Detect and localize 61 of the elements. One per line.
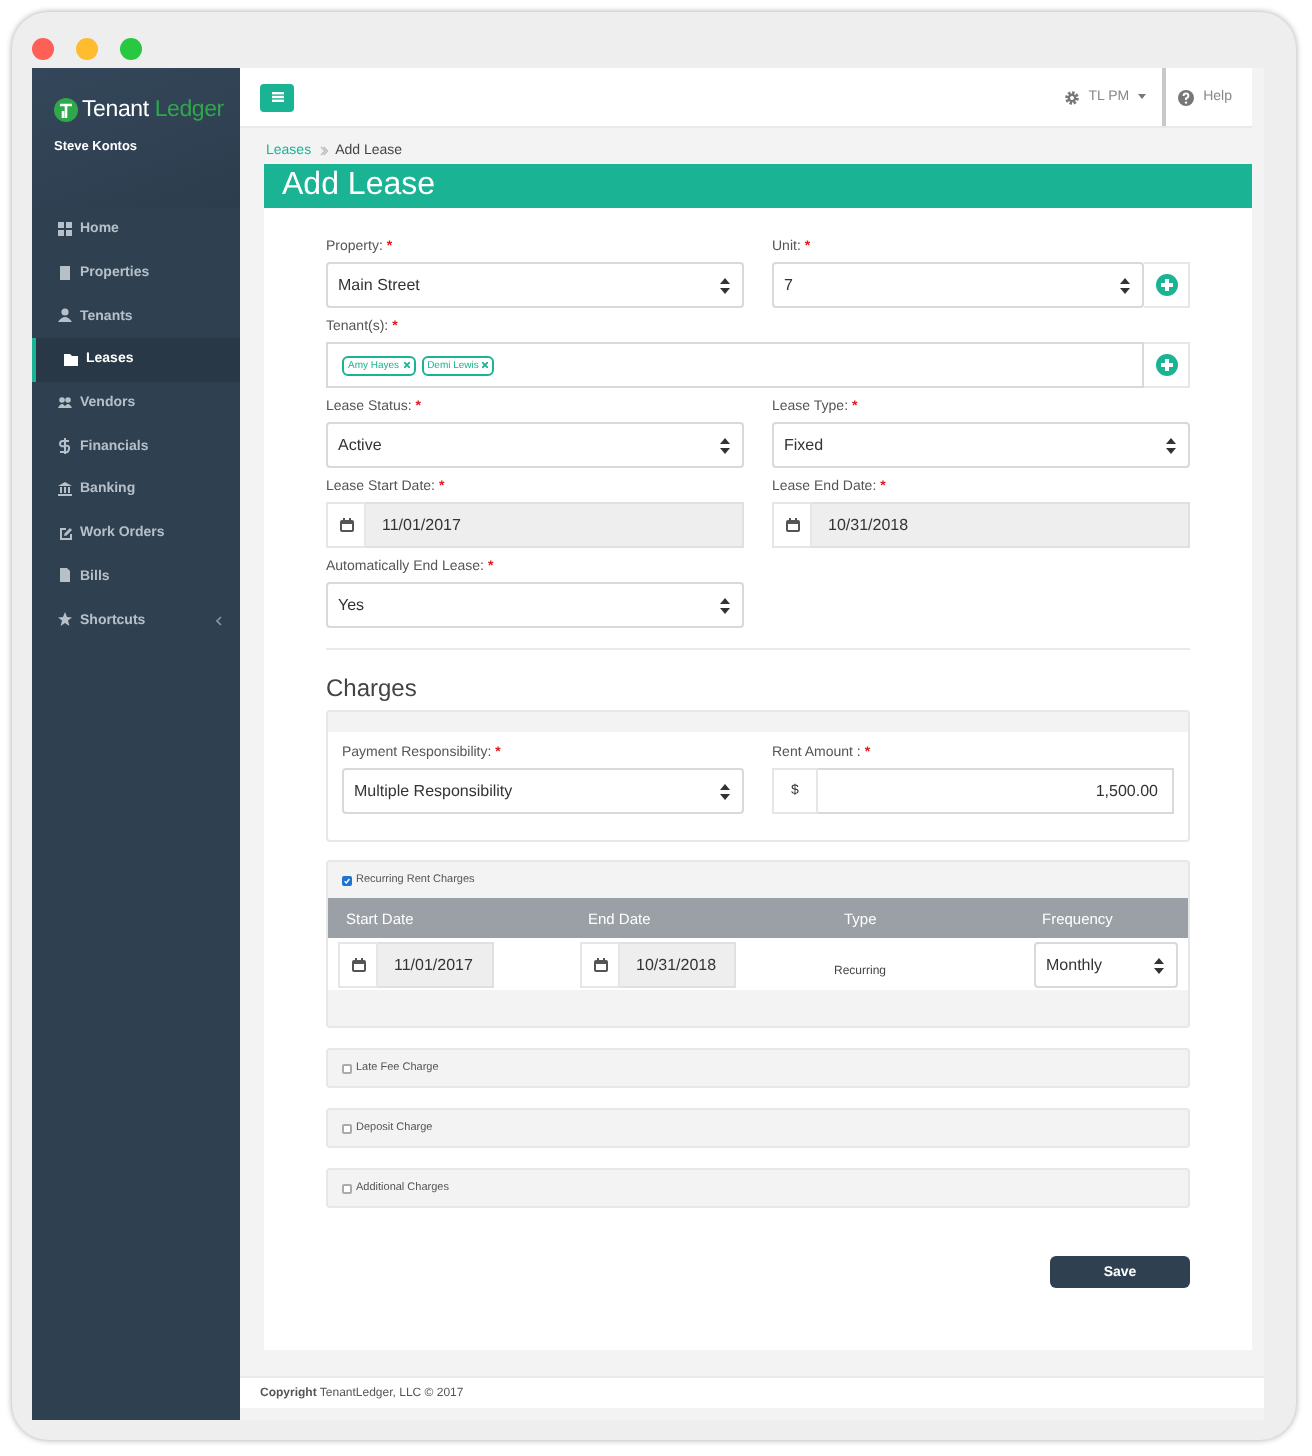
- settings-icon: [1064, 89, 1081, 105]
- add-button[interactable]: [1144, 342, 1190, 388]
- rent-amount-field[interactable]: 1,500.00: [818, 768, 1174, 814]
- brand-name: Tenant Ledger: [82, 98, 224, 122]
- checkbox[interactable]: [342, 875, 352, 885]
- add-button[interactable]: [1144, 262, 1190, 308]
- zoom-button[interactable]: [120, 38, 142, 60]
- date-field[interactable]: 11/01/2017: [378, 942, 494, 988]
- file-icon: [58, 568, 72, 585]
- updown-caret-icon: [720, 437, 730, 453]
- minimize-button[interactable]: [76, 38, 98, 60]
- date-field[interactable]: 10/31/2018: [812, 502, 1190, 548]
- calendar-button[interactable]: [338, 942, 378, 988]
- users-icon: [58, 395, 72, 412]
- help-icon: [1177, 89, 1194, 105]
- select-field[interactable]: Fixed: [772, 422, 1190, 468]
- updown-caret-icon: [720, 783, 730, 799]
- calendar-icon: [339, 518, 353, 532]
- menu-button[interactable]: [260, 83, 294, 111]
- star-icon: [58, 612, 72, 629]
- updown-caret-icon: [720, 277, 730, 293]
- section-title: Charges: [326, 674, 419, 702]
- edit-icon: [58, 525, 72, 542]
- calendar-button[interactable]: [772, 502, 812, 548]
- select-field[interactable]: Main Street: [326, 262, 744, 308]
- building-icon: [58, 265, 72, 282]
- remove-icon[interactable]: [403, 362, 410, 368]
- date-field[interactable]: 11/01/2017: [366, 502, 744, 548]
- bank-icon: [58, 481, 72, 498]
- calendar-icon: [785, 518, 799, 532]
- chevron-right-icon: [319, 145, 328, 155]
- calendar-icon: [593, 958, 607, 972]
- menu-icon: [271, 92, 283, 102]
- calendar-button[interactable]: [580, 942, 620, 988]
- check-icon: [344, 877, 350, 883]
- user-icon: [58, 308, 72, 325]
- select-field[interactable]: Active: [326, 422, 744, 468]
- date-field[interactable]: 10/31/2018: [620, 942, 736, 988]
- checkbox[interactable]: [342, 1063, 352, 1073]
- remove-icon[interactable]: [482, 362, 489, 368]
- calendar-button[interactable]: [326, 502, 366, 548]
- select-field[interactable]: Yes: [326, 582, 744, 628]
- checkbox[interactable]: [342, 1183, 352, 1193]
- updown-caret-icon: [1154, 957, 1164, 973]
- plus-icon[interactable]: [1155, 354, 1177, 376]
- select-field[interactable]: 7: [772, 262, 1144, 308]
- updown-caret-icon: [720, 597, 730, 613]
- select-field[interactable]: Multiple Responsibility: [342, 768, 744, 814]
- page-title: Add Lease: [264, 164, 1252, 208]
- updown-caret-icon: [1166, 437, 1176, 453]
- calendar-icon: [351, 958, 365, 972]
- checkbox[interactable]: [342, 1123, 352, 1133]
- caret-down-icon: [1137, 94, 1146, 100]
- logo-icon: [54, 98, 78, 122]
- close-button[interactable]: [32, 38, 54, 60]
- frequency-select[interactable]: Monthly: [1034, 942, 1178, 988]
- folder-icon: [64, 351, 78, 368]
- dollar-icon: [58, 438, 72, 455]
- updown-caret-icon: [1120, 277, 1130, 293]
- plus-icon[interactable]: [1155, 274, 1177, 296]
- grid-icon: [58, 221, 72, 238]
